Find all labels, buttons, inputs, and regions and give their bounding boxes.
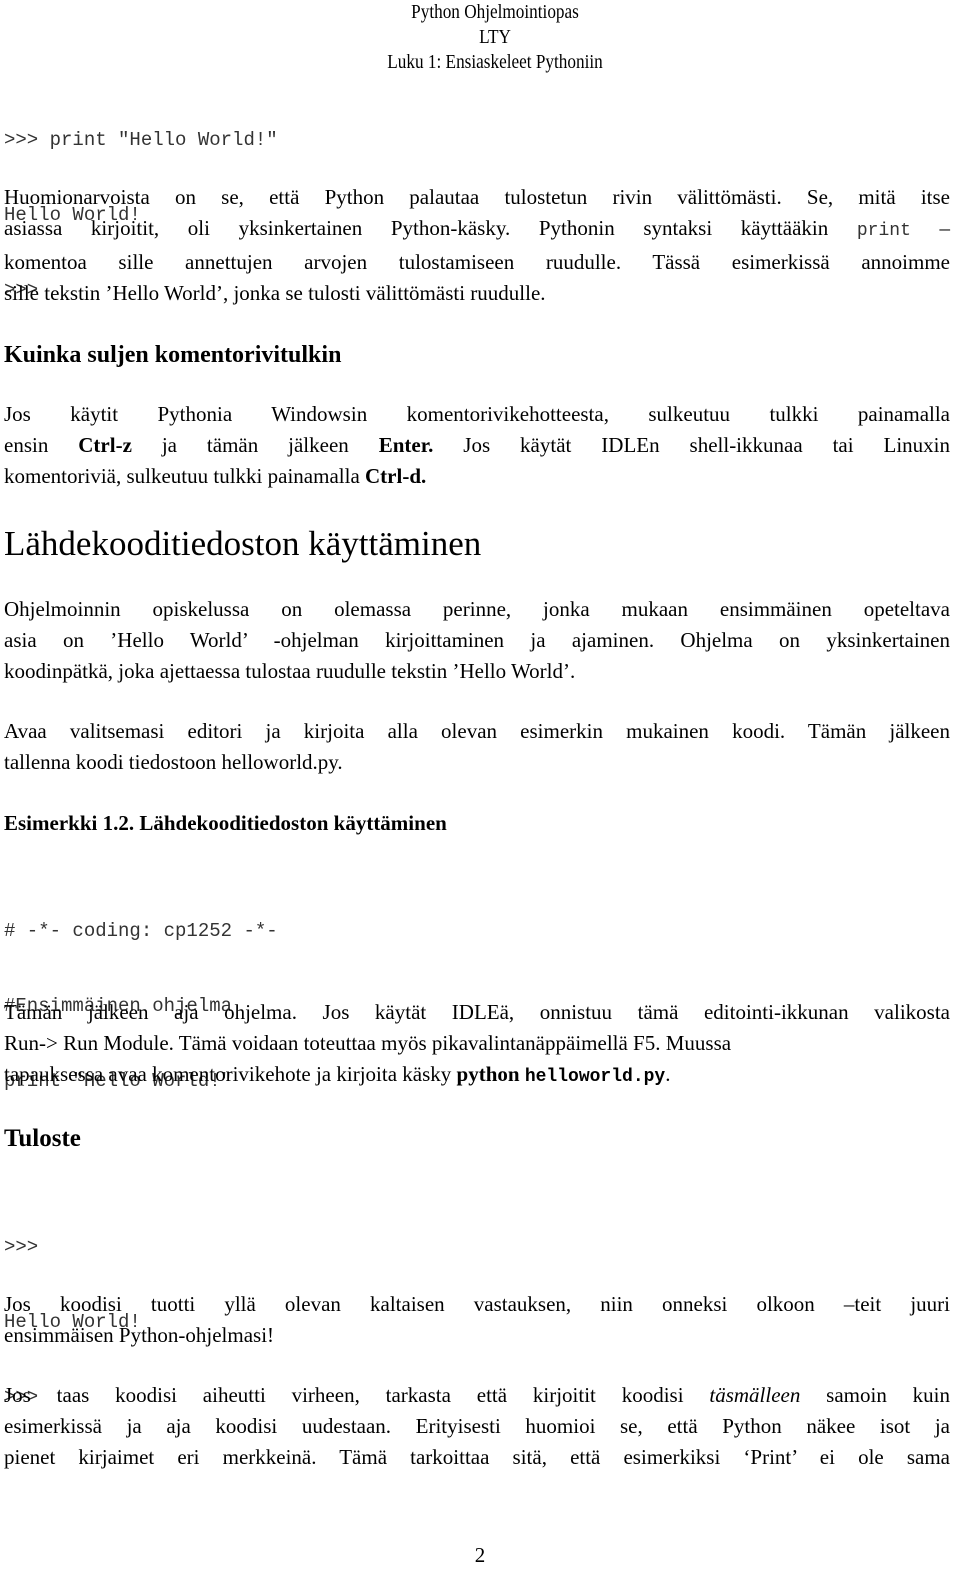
dash: – [939,216,951,240]
text-span: . [665,1062,671,1086]
paragraph-line: ensimmäisen Python-ohjelmasi! [4,1323,275,1347]
text-span: ensin [4,433,79,457]
paragraph-line: Ohjelmoinnin opiskelussa on olemassa per… [4,597,950,621]
paragraph-line: Jos koodisi tuotti yllä olevan kaltaisen… [4,1292,950,1316]
key-ctrl-z: Ctrl-z [78,433,132,457]
text-span: ja tämän jälkeen [131,433,379,457]
paragraph-open-editor: Avaa valitsemasi editori ja kirjoita all… [4,716,950,778]
paragraph-python-returns: Huomionarvoista on se, että Python palau… [4,182,950,309]
section-heading-output: Tuloste [4,1125,81,1152]
paragraph-line: pienet kirjaimet eri merkkeinä. Tämä tar… [4,1445,950,1469]
document-title: Python Ohjelmointiopas [411,1,579,23]
section-heading-close-interpreter: Kuinka suljen komentorivitulkin [4,342,342,368]
paragraph-line: tapauksessa avaa komentorivikehote ja ki… [4,1059,950,1093]
page-number: 2 [474,1543,486,1567]
paragraph-line: asiassa kirjoitit, oli yksinkertainen Py… [4,213,950,247]
paragraph-line: Tämän jälkeen aja ohjelma. Jos käytät ID… [4,1000,950,1024]
paragraph-line: komentoa sille annettujen arvojen tulost… [4,250,950,274]
paragraph-success: Jos koodisi tuotti yllä olevan kaltaisen… [4,1289,950,1351]
section-heading-source-file: Lähdekooditiedoston käyttäminen [4,524,482,563]
page-header: Python Ohjelmointiopas LTY Luku 1: Ensia… [0,0,960,75]
paragraph-line: esimerkissä ja aja koodisi uudestaan. Er… [4,1414,950,1438]
inline-code-print: print [856,221,911,241]
paragraph-line: komentoriviä, sulkeutuu tulkki painamall… [4,461,950,492]
command-python: python [456,1062,520,1086]
text-span: Jos käytät IDLEn shell-ikkunaa tai Linux… [433,433,950,457]
paragraph-error: Jos taas koodisi aiheutti virheen, tarka… [4,1380,950,1473]
paragraph-line: Jos käytit Pythonia Windowsin komentoriv… [4,402,950,426]
paragraph-line: Jos taas koodisi aiheutti virheen, tarka… [4,1380,950,1411]
key-enter: Enter. [378,433,434,457]
paragraph-line: Run-> Run Module. Tämä voidaan toteuttaa… [4,1031,732,1055]
output-line: >>> [4,1236,39,1258]
paragraph-run-program: Tämän jälkeen aja ohjelma. Jos käytät ID… [4,997,950,1093]
paragraph-line: tallenna koodi tiedostoon helloworld.py. [4,750,343,774]
repl-line: >>> print "Hello World!" [4,129,278,151]
paragraph-line: asia on ’Hello World’ -ohjelman kirjoitt… [4,628,950,652]
paragraph-close-interpreter: Jos käytit Pythonia Windowsin komentoriv… [4,399,950,492]
inline-code-filename: helloworld.py [524,1067,666,1087]
key-ctrl-d: Ctrl-d. [365,464,427,488]
paragraph-line: koodinpätkä, joka ajettaessa tulostaa ru… [4,659,576,683]
paragraph-line: Avaa valitsemasi editori ja kirjoita all… [4,719,950,743]
text-span: asiassa kirjoitit, oli yksinkertainen Py… [4,216,829,240]
paragraph-hello-world-tradition: Ohjelmoinnin opiskelussa on olemassa per… [4,594,950,687]
paragraph-line: sille tekstin ’Hello World’, jonka se tu… [4,281,546,305]
text-span: tapauksessa avaa komentorivikehote ja ki… [4,1062,457,1086]
emphasis-exactly: täsmälleen [709,1383,801,1407]
paragraph-line: Huomionarvoista on se, että Python palau… [4,185,950,209]
text-span: komentoriviä, sulkeutuu tulkki painamall… [4,464,366,488]
code-line: # -*- coding: cp1252 -*- [4,920,278,942]
paragraph-line: ensin Ctrl-z ja tämän jälkeen Enter. Jos… [4,430,950,461]
text-span: Jos taas koodisi aiheutti virheen, tarka… [4,1383,710,1407]
example-heading: Esimerkki 1.2. Lähdekooditiedoston käytt… [4,811,447,835]
organization: LTY [479,26,511,48]
text-span: samoin kuin [800,1383,950,1407]
chapter-title: Luku 1: Ensiaskeleet Pythoniin [387,51,603,73]
